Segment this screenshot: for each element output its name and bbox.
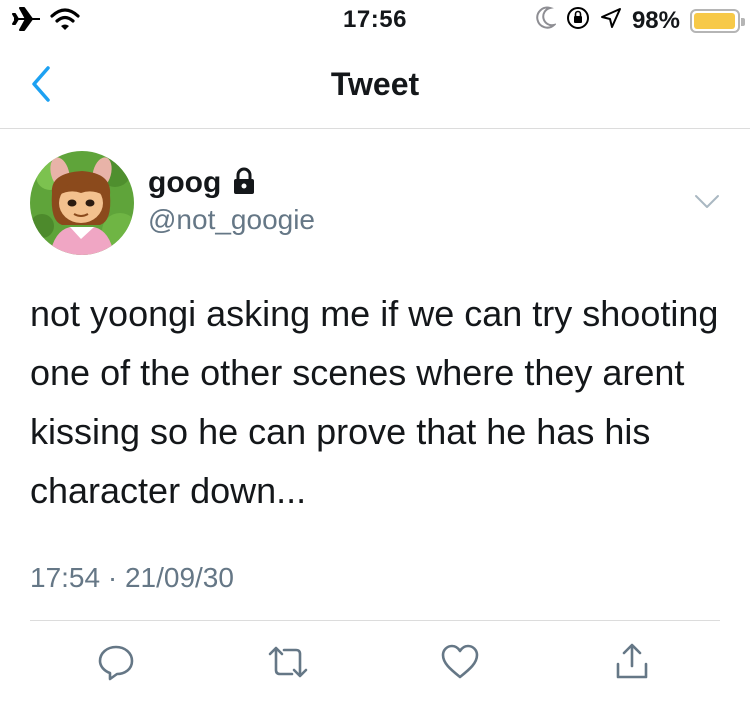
retweet-button[interactable] — [266, 642, 310, 686]
battery-tip — [741, 17, 745, 26]
orientation-lock-icon — [566, 6, 590, 35]
chevron-down-icon — [692, 195, 722, 218]
battery-icon — [690, 8, 745, 33]
status-bar-right: 98% — [536, 6, 745, 35]
tweet-menu-button[interactable] — [692, 190, 722, 214]
like-icon — [440, 642, 480, 687]
like-button[interactable] — [438, 642, 482, 686]
avatar[interactable] — [30, 151, 134, 255]
tweet-detail-screen: 17:56 98% Tweet goog @not_googie not yoo… — [0, 0, 750, 704]
battery-fill — [694, 12, 736, 29]
display-name[interactable]: goog — [148, 166, 221, 200]
share-icon — [612, 642, 652, 687]
retweet-icon — [266, 642, 310, 687]
share-button[interactable] — [610, 642, 654, 686]
user-handle[interactable]: @not_googie — [148, 204, 315, 236]
lock-icon — [231, 167, 257, 200]
user-name-row[interactable]: goog — [148, 166, 257, 200]
nav-bar: Tweet — [0, 44, 750, 129]
page-title: Tweet — [330, 66, 420, 102]
battery-percent: 98% — [631, 6, 680, 34]
status-bar: 17:56 98% — [0, 0, 750, 40]
tweet-timestamp[interactable]: 17:54 · 21/09/30 — [30, 562, 234, 594]
reply-icon — [96, 642, 136, 687]
reply-button[interactable] — [94, 642, 138, 686]
tweet-text: not yoongi asking me if we can try shoot… — [30, 293, 719, 511]
moon-icon — [536, 6, 558, 35]
location-icon — [600, 7, 622, 34]
divider — [30, 620, 720, 621]
